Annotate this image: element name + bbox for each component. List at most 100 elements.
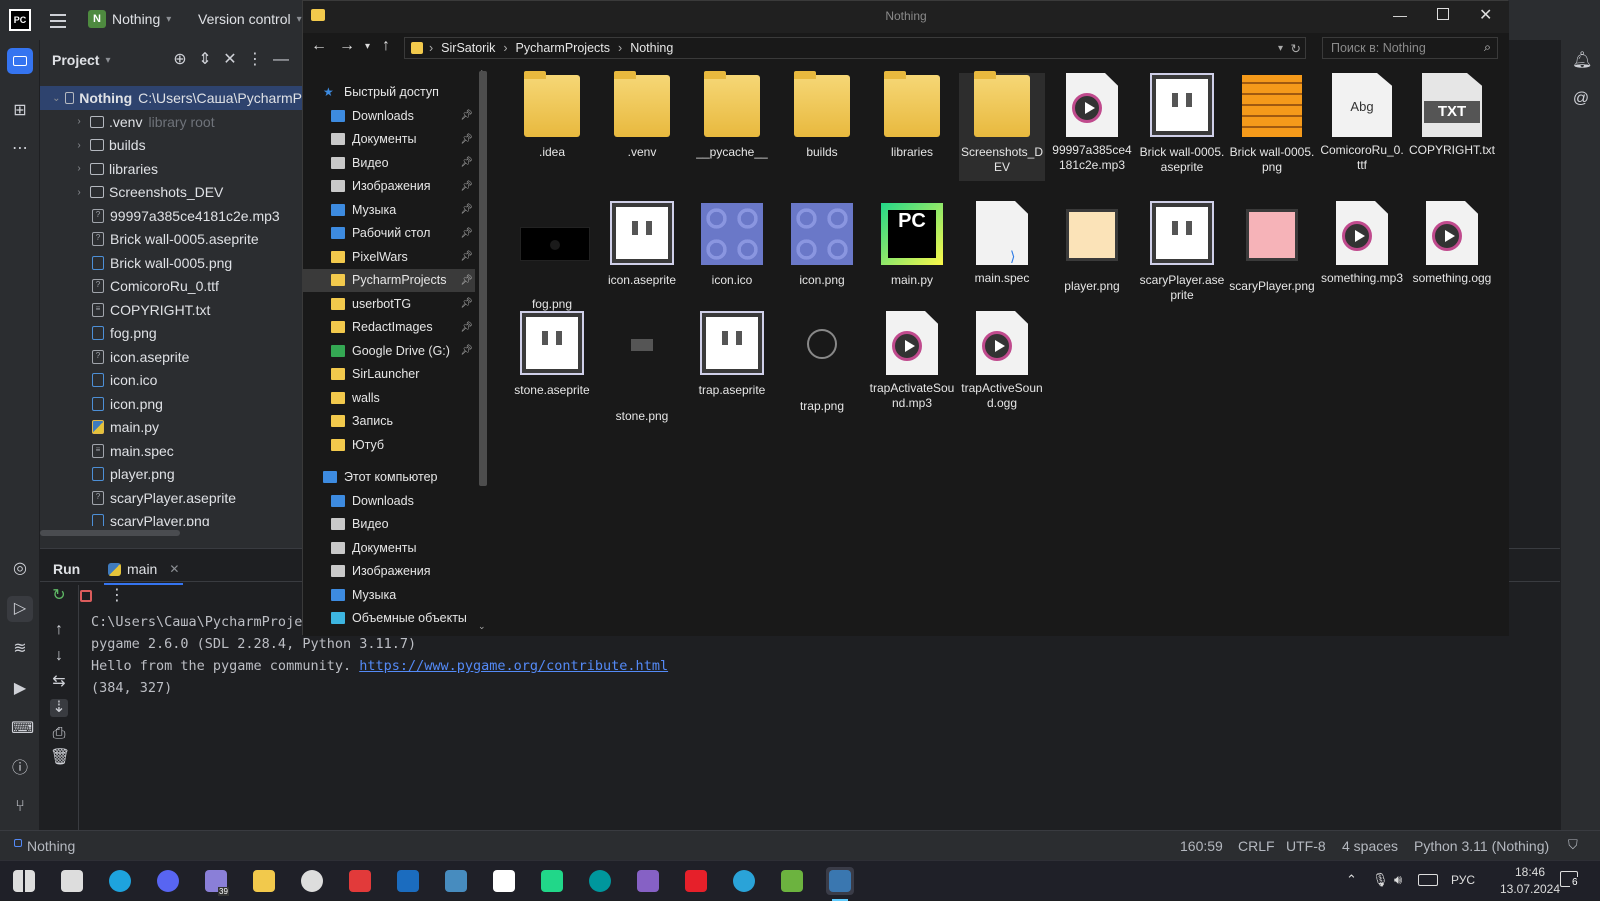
minecraft-icon[interactable]	[778, 867, 806, 895]
status-encoding[interactable]: UTF-8	[1286, 838, 1326, 854]
refresh-icon[interactable]: ↻	[1291, 41, 1301, 56]
keyboard-icon[interactable]	[1418, 874, 1438, 886]
tree-item[interactable]: ≡ COPYRIGHT.txt	[40, 298, 302, 322]
file-item[interactable]: .venv	[599, 71, 685, 160]
tree-item[interactable]: ⌄ Nothing C:\Users\Саша\PycharmP	[40, 86, 302, 110]
app-icon[interactable]: 39	[202, 867, 230, 896]
scroll-to-end-icon[interactable]: ⇣	[50, 699, 68, 717]
python-packages-icon[interactable]: ◎	[11, 560, 29, 578]
file-item[interactable]: 99997a385ce4181c2e.mp3	[1049, 73, 1135, 173]
file-item[interactable]: __pycache__	[689, 71, 775, 160]
hide-icon[interactable]: —	[272, 51, 290, 69]
search-input[interactable]: Поиск в: Nothing ⌕	[1322, 37, 1498, 59]
microphone-icon[interactable]: 🎙︎	[1372, 872, 1389, 888]
kaspersky-icon[interactable]	[682, 867, 710, 895]
nav-item[interactable]: Google Drive (G:) 📌︎	[303, 339, 475, 363]
soft-wrap-icon[interactable]: ⇆	[50, 673, 68, 691]
file-item[interactable]: Brick wall-0005.aseprite	[1139, 73, 1225, 175]
file-item[interactable]: something.mp3	[1319, 201, 1405, 286]
status-interpreter[interactable]: Python 3.11 (Nothing)	[1414, 838, 1549, 854]
tree-item[interactable]: Brick wall-0005.png	[40, 251, 302, 275]
structure-icon[interactable]: ⊞	[11, 102, 29, 120]
tree-item[interactable]: fog.png	[40, 321, 302, 345]
file-item[interactable]: builds	[779, 71, 865, 160]
tree-item[interactable]: ? icon.aseprite	[40, 345, 302, 369]
nav-item[interactable]: Изображения	[303, 560, 475, 584]
obs-icon[interactable]	[298, 867, 326, 895]
nav-item[interactable]: walls	[303, 386, 475, 410]
arrow-up-icon[interactable]: ↑	[50, 621, 68, 639]
tree-item[interactable]: ≡ main.spec	[40, 439, 302, 463]
ai-assistant-icon[interactable]: @	[1572, 90, 1590, 108]
clock-time[interactable]: 18:46	[1500, 865, 1560, 879]
file-item[interactable]: stone.png	[599, 311, 685, 424]
project-switcher[interactable]: N Nothing ▾	[88, 10, 171, 28]
tree-item[interactable]: main.py	[40, 415, 302, 439]
services-icon[interactable]: ▶	[11, 680, 29, 698]
main-menu-icon[interactable]	[48, 10, 68, 30]
tree-item[interactable]: ? scaryPlayer.aseprite	[40, 486, 302, 510]
tree-item[interactable]: icon.ico	[40, 368, 302, 392]
nav-item[interactable]: Документы 📌︎	[303, 128, 475, 152]
layers-icon[interactable]: ≋	[11, 640, 29, 658]
file-item[interactable]: trap.aseprite	[689, 311, 775, 398]
file-item[interactable]: scaryPlayer.png	[1229, 201, 1315, 294]
nav-item[interactable]: Объемные объекты	[303, 607, 475, 631]
nav-item[interactable]: Ютуб	[303, 433, 475, 457]
breadcrumb-item[interactable]: SirSatorik	[441, 41, 495, 55]
file-item[interactable]: fog.png	[509, 201, 595, 312]
file-item[interactable]: something.ogg	[1409, 201, 1495, 286]
tree-item[interactable]: › .venv library root	[40, 110, 302, 134]
nav-section-header[interactable]: ★ Быстрый доступ	[303, 80, 475, 104]
arrow-down-icon[interactable]: ↓	[50, 647, 68, 665]
expand-all-icon[interactable]: ⇕	[196, 51, 214, 69]
godot-icon[interactable]	[442, 867, 470, 895]
aseprite-icon[interactable]	[490, 867, 518, 895]
file-item[interactable]: TXT COPYRIGHT.txt	[1409, 73, 1495, 158]
nav-item[interactable]: Музыка 📌︎	[303, 198, 475, 222]
nav-item[interactable]: userbotTG 📌︎	[303, 292, 475, 316]
steam-icon[interactable]	[394, 867, 422, 895]
tray-chevron-icon[interactable]: ⌃	[1346, 872, 1357, 888]
start-icon[interactable]	[10, 867, 38, 895]
volume-icon[interactable]: 🔊︎	[1394, 872, 1402, 888]
nav-scrollbar[interactable]	[479, 71, 487, 486]
file-item[interactable]: PC main.py	[869, 201, 955, 288]
file-item[interactable]: stone.aseprite	[509, 311, 595, 398]
project-tool-icon[interactable]	[7, 48, 33, 74]
close-icon[interactable]: ✕	[169, 562, 179, 576]
edge-icon[interactable]	[106, 867, 134, 895]
locate-icon[interactable]: ⊕	[171, 51, 189, 69]
forward-button[interactable]: →	[339, 37, 355, 55]
file-item[interactable]: trapActivateSound.mp3	[869, 311, 955, 411]
file-item[interactable]: Abg ComicoroRu_0.ttf	[1319, 73, 1405, 173]
terminal-icon[interactable]: ⌨	[11, 720, 34, 738]
minimize-button[interactable]: —	[1393, 7, 1407, 23]
status-position[interactable]: 160:59	[1180, 838, 1223, 854]
up-button[interactable]: ↑	[382, 37, 390, 55]
telegram-icon[interactable]	[730, 867, 758, 895]
print-icon[interactable]: ⎙	[50, 725, 68, 743]
nav-item[interactable]: PycharmProjects 📌︎	[303, 268, 475, 292]
horizontal-scrollbar[interactable]	[40, 530, 180, 536]
scroll-down-icon[interactable]: ⌄	[478, 621, 486, 632]
run-tool-icon[interactable]: ▷	[7, 596, 33, 622]
file-item[interactable]: .idea	[509, 71, 595, 160]
tree-item[interactable]: ? ComicoroRu_0.ttf	[40, 274, 302, 298]
tree-item[interactable]: player.png	[40, 462, 302, 486]
chevron-down-icon[interactable]: ⌄	[52, 93, 61, 104]
tree-item[interactable]: › libraries	[40, 157, 302, 181]
input-language[interactable]: РУС	[1451, 873, 1475, 887]
status-project[interactable]: Nothing	[27, 838, 75, 854]
status-indent[interactable]: 4 spaces	[1342, 838, 1398, 854]
chevron-down-icon[interactable]: ▾	[1278, 43, 1283, 54]
app-icon[interactable]	[346, 867, 374, 895]
back-button[interactable]: ←	[311, 37, 327, 55]
python-icon[interactable]	[826, 867, 854, 901]
file-item[interactable]: libraries	[869, 71, 955, 160]
project-panel-header[interactable]: Project ▾	[52, 52, 111, 68]
nav-item[interactable]: Документы	[303, 536, 475, 560]
breadcrumb-item[interactable]: Nothing	[630, 41, 673, 55]
file-explorer-icon[interactable]	[250, 867, 278, 895]
vcs-widget[interactable]: Version control ▾	[198, 11, 302, 27]
